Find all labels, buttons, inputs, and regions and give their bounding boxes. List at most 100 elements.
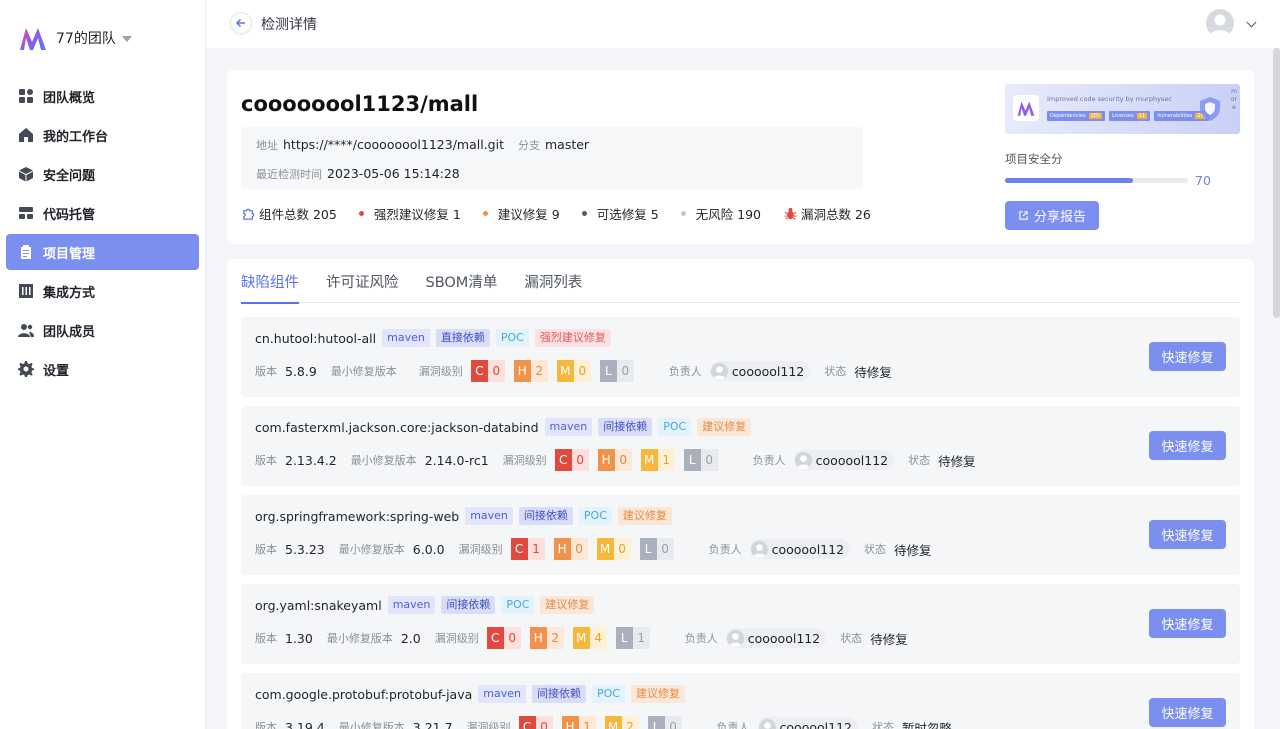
sidebar-item-1[interactable]: 团队概览 [6,78,199,114]
sidebar-item-label: 代码托管 [43,207,96,223]
stat-components: 组件总数 205 [241,204,337,223]
sidebar-item-3[interactable]: 安全问题 [6,156,199,192]
banner-more: more [1230,88,1238,111]
status-value[interactable]: 待修复 [894,540,932,559]
status-value[interactable]: 待修复 [854,362,892,381]
severity-letter: M [572,627,590,649]
severity-h-badge: H0 [597,449,632,471]
owner-name: coooool112 [779,719,852,729]
severity-m-badge: M4 [572,627,607,649]
integration-icon [18,283,34,299]
quick-fix-button[interactable]: 快速修复 [1149,342,1226,371]
tab-2[interactable]: 许可证风险 [326,271,399,303]
severity-m-badge: M1 [640,449,675,471]
quick-fix-button[interactable]: 快速修复 [1149,609,1226,638]
team-dropdown-icon[interactable] [121,36,132,42]
sidebar-item-2[interactable]: 我的工作台 [6,117,199,153]
component-tag: 间接依赖 [441,596,496,614]
level-label: 漏洞级别 [434,632,479,645]
sidebar-item-4[interactable]: 代码托管 [6,195,199,231]
sidebar-item-8[interactable]: 设置 [6,351,199,387]
banner-tag-label: Licenses [1112,113,1134,119]
stat-strong-text: 强烈建议修复 1 [373,207,461,222]
component-tag: 间接依赖 [598,418,653,436]
banner-tag-value: 205 [1088,113,1103,119]
banner-tag: Dependencies 205 [1047,111,1106,121]
tab-3[interactable]: SBOM清单 [426,271,498,303]
tab-4[interactable]: 漏洞列表 [524,271,582,303]
quick-fix-button[interactable]: 快速修复 [1149,698,1226,727]
component-tag: POC [658,418,692,436]
status-label: 状态 [871,721,894,729]
stat-components-text: 组件总数 205 [259,207,337,222]
user-avatar[interactable] [1206,9,1234,37]
component-name[interactable]: com.fasterxml.jackson.core:jackson-datab… [255,420,539,435]
sidebar-item-5[interactable]: 项目管理 [6,234,199,270]
severity-letter: M [640,449,658,471]
sidebar-item-label: 团队概览 [43,90,96,106]
layout-icon [18,205,34,221]
owner-chip[interactable]: coooool112 [725,628,827,648]
severity-letter: C [518,716,536,729]
component-name[interactable]: org.yaml:snakeyaml [255,598,382,613]
address-label: 地址 [256,139,278,152]
version-value: 1.30 [285,630,313,646]
component-item: org.yaml:snakeyaml maven 间接依赖 POC 建议修复 版本 1.30… [241,584,1240,664]
severity-m-badge: M0 [556,360,591,382]
status-value[interactable]: 暂时忽略 [902,718,952,729]
status-value[interactable]: 待修复 [870,629,908,648]
owner-chip[interactable]: coooool112 [709,361,811,381]
status-label: 状态 [864,543,887,556]
component-name-row: org.yaml:snakeyaml maven 间接依赖 POC 建议修复 [255,596,600,614]
component-tag: 建议修复 [630,685,685,703]
sidebar-item-label: 团队成员 [43,324,96,340]
sidebar-item-6[interactable]: 集成方式 [6,273,199,309]
user-menu-chevron-icon[interactable] [1246,17,1257,28]
stat-norisk: 无风险 190 [680,204,761,223]
component-name[interactable]: cn.hutool:hutool-all [255,331,376,346]
owner-avatar-icon [710,362,728,380]
status-label: 状态 [824,365,847,378]
home-icon [18,127,34,143]
severity-m-badge: M0 [596,538,631,560]
severity-count: 4 [589,627,607,649]
component-tag: 建议修复 [697,418,752,436]
version-value: 2.13.4.2 [285,452,337,468]
team-switcher[interactable]: 77的团队 [18,24,132,52]
owner-chip[interactable]: coooool112 [749,539,851,559]
status-value[interactable]: 待修复 [938,451,976,470]
sidebar-item-label: 我的工作台 [43,129,109,145]
component-name-row: com.google.protobuf:protobuf-java maven 间接… [255,685,691,703]
address-value[interactable]: https://****/coooooool1123/mall.git [283,137,504,152]
owner-chip[interactable]: coooool112 [793,450,895,470]
page-scrollbar[interactable] [1273,48,1280,318]
owner-label: 负责人 [668,365,702,378]
back-button[interactable] [230,12,252,34]
sidebar-item-7[interactable]: 团队成员 [6,312,199,348]
severity-letter: L [599,360,617,382]
stat-vulns-text: 漏洞总数 26 [801,207,871,222]
min-fix-value: 6.0.0 [412,541,445,557]
tab-1[interactable]: 缺陷组件 [241,271,299,304]
min-fix-label: 最小修复版本 [326,632,393,645]
share-report-button[interactable]: 分享报告 [1005,201,1099,230]
severity-c-badge: C0 [554,449,589,471]
component-name[interactable]: com.google.protobuf:protobuf-java [255,687,472,702]
bug-icon [784,207,797,220]
gear-icon [18,361,34,377]
owner-avatar-icon [726,629,744,647]
sidebar: 77的团队 团队概览我的工作台安全问题代码托管项目管理 集成方式团队成员设置 [0,0,206,729]
team-logo-icon [20,28,46,50]
component-tag: POC [591,685,625,703]
quick-fix-button[interactable]: 快速修复 [1149,520,1226,549]
page-title: 检测详情 [261,17,317,33]
security-badge-banner[interactable]: Improved code security by murphysec Depe… [1005,84,1240,134]
component-name[interactable]: org.springframework:spring-web [255,509,459,524]
owner-label: 负责人 [708,543,742,556]
last-scan-label: 最近检测时间 [256,168,322,181]
murphysec-logo-icon [1013,95,1039,121]
owner-chip[interactable]: coooool112 [757,717,858,729]
severity-count: 0 [700,449,718,471]
suggest-dot-icon [482,211,488,216]
quick-fix-button[interactable]: 快速修复 [1149,431,1226,460]
